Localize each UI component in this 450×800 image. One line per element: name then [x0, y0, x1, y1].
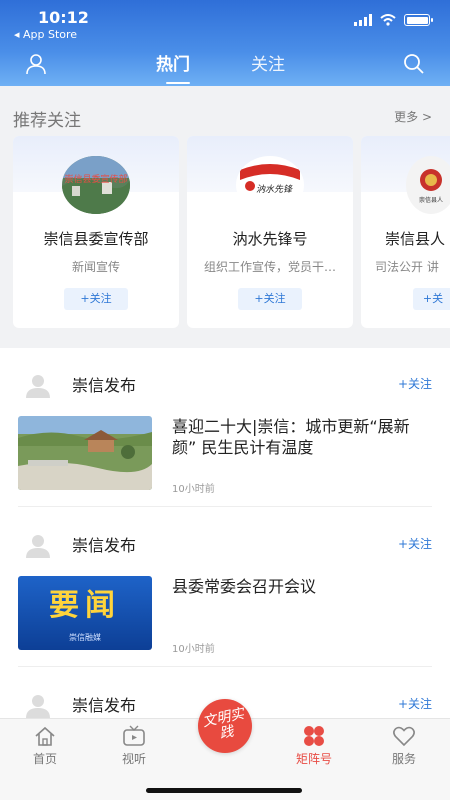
divider	[18, 666, 432, 667]
grid-icon	[304, 726, 324, 746]
avatar: 崇信县人	[406, 156, 450, 214]
follow-button[interactable]: +关注	[238, 288, 302, 310]
card-name: 汭水先锋号	[232, 230, 308, 248]
heart-icon	[393, 726, 415, 747]
follow-button[interactable]: +关	[413, 288, 450, 310]
follow-button[interactable]: +关注	[398, 695, 432, 712]
nav-services-label: 服务	[391, 752, 416, 766]
tab-hot[interactable]: 热门	[156, 50, 190, 75]
home-indicator	[146, 788, 302, 793]
center-badge-label: 文明实践	[201, 705, 246, 743]
follow-button[interactable]: +关注	[398, 535, 432, 552]
thumb-headline: 要闻	[49, 588, 121, 623]
follow-button[interactable]: +关注	[398, 375, 432, 392]
author-avatar	[26, 535, 50, 558]
tv-icon	[123, 725, 145, 746]
home-icon	[35, 726, 55, 746]
follow-button[interactable]: +关注	[64, 288, 128, 310]
nav-matrix-label: 矩阵号	[295, 752, 332, 766]
recommend-card[interactable]: 汭水先锋 汭水先锋号 组织工作宣传，党员干… +关注	[187, 136, 353, 328]
card-desc: 组织工作宣传，党员干…	[203, 260, 336, 274]
tab-follow[interactable]: 关注	[251, 50, 285, 75]
author-avatar	[26, 375, 50, 398]
post-author: 崇信发布	[72, 696, 137, 715]
wifi-icon	[380, 14, 396, 26]
nav-home-label: 首页	[32, 752, 57, 766]
search-icon[interactable]	[402, 52, 426, 76]
recommend-card[interactable]: 崇信县委宣传部 崇信县委宣传部 新闻宣传 +关注	[13, 136, 179, 328]
post-title[interactable]: 县委常委会召开会议	[172, 576, 422, 597]
recommend-title: 推荐关注	[13, 111, 81, 131]
post-author: 崇信发布	[72, 536, 137, 555]
recommend-section: 推荐关注 更多 > 崇信县委宣传部 崇信县委宣传部 新闻宣传 +关注 汭水先锋	[0, 86, 450, 348]
status-icons	[354, 14, 433, 26]
back-to-app-store[interactable]: ◂ App Store	[14, 28, 77, 41]
nav-matrix[interactable]: 矩阵号	[284, 725, 344, 767]
battery-icon	[404, 14, 433, 26]
avatar-text: 崇信县委宣传部	[64, 173, 127, 185]
card-name: 崇信县人	[385, 230, 446, 248]
divider	[18, 506, 432, 507]
signal-icon	[354, 14, 372, 26]
post-thumbnail[interactable]	[18, 416, 152, 490]
thumb-caption: 崇信融媒	[69, 633, 101, 642]
post-author: 崇信发布	[72, 376, 137, 395]
more-link[interactable]: 更多 >	[394, 108, 432, 125]
recommend-card[interactable]: 崇信县人 崇信县人 司法公开 讲 +关	[361, 136, 450, 328]
post-title[interactable]: 喜迎二十大|崇信：城市更新“展新颜” 民生民计有温度	[172, 416, 422, 458]
avatar-text: 汭水先锋	[256, 184, 293, 195]
nav-media[interactable]: 视听	[104, 725, 164, 767]
card-name: 崇信县委宣传部	[43, 230, 149, 248]
nav-home[interactable]: 首页	[15, 725, 75, 767]
nav-media-label: 视听	[121, 752, 146, 766]
author-avatar	[26, 695, 50, 718]
post-time: 10小时前	[172, 484, 215, 495]
nav-services[interactable]: 服务	[374, 725, 434, 767]
civilization-practice-button[interactable]: 文明实践	[198, 699, 252, 753]
card-desc: 新闻宣传	[71, 260, 120, 274]
avatar: 汭水先锋	[236, 156, 304, 214]
status-bar: 10:12	[0, 6, 450, 28]
avatar: 崇信县委宣传部	[62, 156, 130, 214]
post-time: 10小时前	[172, 644, 215, 655]
active-tab-indicator	[166, 82, 190, 84]
user-icon[interactable]	[24, 52, 48, 76]
avatar-text: 崇信县人	[419, 196, 443, 204]
card-desc: 司法公开 讲	[375, 260, 439, 274]
post-thumbnail[interactable]: 要闻 崇信融媒	[18, 576, 152, 650]
app-header: 10:12 ◂ App Store 热门 关注	[0, 0, 450, 86]
top-nav: 热门 关注	[0, 48, 450, 84]
status-time: 10:12	[38, 8, 89, 27]
